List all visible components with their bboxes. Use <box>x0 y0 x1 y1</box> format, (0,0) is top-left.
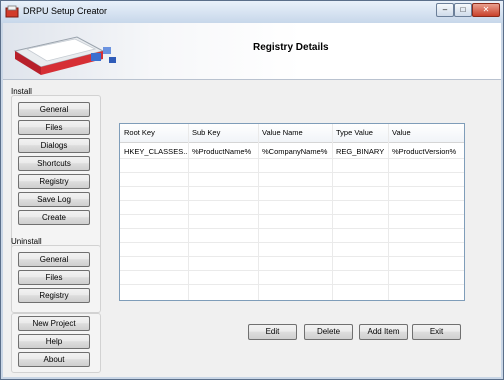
cell-root-key: HKEY_CLASSES... <box>124 147 188 156</box>
uninstall-registry-button[interactable]: Registry <box>18 288 90 303</box>
install-save-log-button[interactable]: Save Log <box>18 192 90 207</box>
row-divider <box>120 242 464 243</box>
title-bar: DRPU Setup Creator – □ ✕ <box>1 1 503 23</box>
column-header-root-key[interactable]: Root Key <box>124 128 155 137</box>
minimize-button[interactable]: – <box>436 3 454 17</box>
cell-type-value: REG_BINARY <box>336 147 385 156</box>
row-divider <box>120 270 464 271</box>
column-header-value[interactable]: Value <box>392 128 411 137</box>
install-create-button[interactable]: Create <box>18 210 90 225</box>
column-header-sub-key[interactable]: Sub Key <box>192 128 220 137</box>
maximize-icon: □ <box>460 5 466 14</box>
app-window: DRPU Setup Creator – □ ✕ Registry Detail… <box>0 0 504 380</box>
column-header-value-name[interactable]: Value Name <box>262 128 303 137</box>
cell-sub-key: %ProductName% <box>192 147 252 156</box>
uninstall-files-button[interactable]: Files <box>18 270 90 285</box>
add-item-button[interactable]: Add Item <box>359 324 408 340</box>
row-divider <box>120 284 464 285</box>
cell-value: %ProductVersion% <box>392 147 457 156</box>
edit-button[interactable]: Edit <box>248 324 297 340</box>
delete-button[interactable]: Delete <box>304 324 353 340</box>
row-divider <box>120 186 464 187</box>
about-button[interactable]: About <box>18 352 90 367</box>
column-divider <box>258 124 259 300</box>
close-button[interactable]: ✕ <box>472 3 500 17</box>
window-title: DRPU Setup Creator <box>23 6 108 16</box>
column-divider <box>188 124 189 300</box>
uninstall-label: Uninstall <box>11 237 42 246</box>
row-divider <box>120 256 464 257</box>
row-divider <box>120 214 464 215</box>
maximize-button[interactable]: □ <box>454 3 472 17</box>
close-icon: ✕ <box>482 5 490 14</box>
new-project-button[interactable]: New Project <box>18 316 90 331</box>
cell-value-name: %CompanyName% <box>262 147 328 156</box>
row-divider <box>120 172 464 173</box>
row-divider <box>120 158 464 159</box>
column-divider <box>388 124 389 300</box>
client-area: Registry Details Install General Files D… <box>3 23 501 377</box>
app-icon <box>5 5 19 18</box>
install-dialogs-button[interactable]: Dialogs <box>18 138 90 153</box>
banner: Registry Details <box>3 23 501 80</box>
minimize-icon: – <box>442 5 448 14</box>
uninstall-general-button[interactable]: General <box>18 252 90 267</box>
row-divider <box>120 228 464 229</box>
column-divider <box>332 124 333 300</box>
install-label: Install <box>11 87 32 96</box>
exit-button[interactable]: Exit <box>412 324 461 340</box>
install-shortcuts-button[interactable]: Shortcuts <box>18 156 90 171</box>
page-title: Registry Details <box>253 42 329 53</box>
table-header: Root Key Sub Key Value Name Type Value V… <box>120 124 464 143</box>
row-divider <box>120 200 464 201</box>
install-general-button[interactable]: General <box>18 102 90 117</box>
registry-table: Root Key Sub Key Value Name Type Value V… <box>119 123 465 301</box>
install-files-button[interactable]: Files <box>18 120 90 135</box>
column-header-type-value[interactable]: Type Value <box>336 128 373 137</box>
help-button[interactable]: Help <box>18 334 90 349</box>
installer-box-logo <box>13 36 116 75</box>
install-registry-button[interactable]: Registry <box>18 174 90 189</box>
